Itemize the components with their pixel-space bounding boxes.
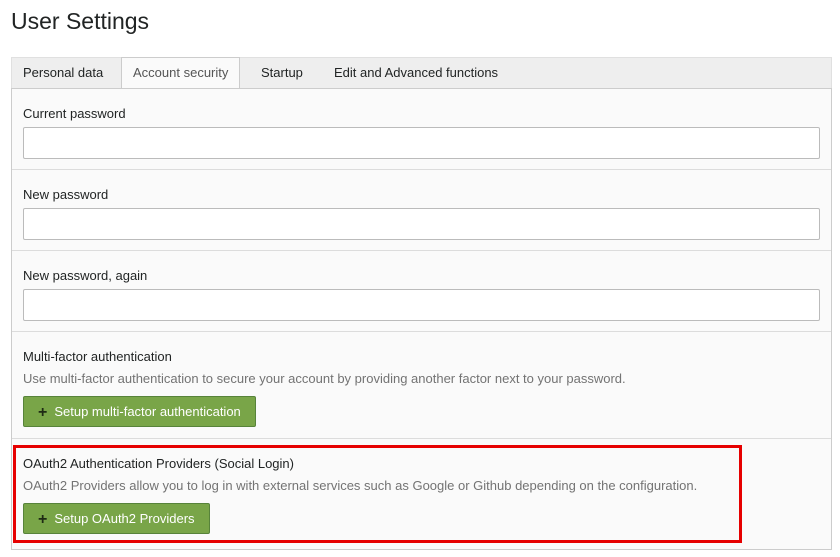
account-security-panel: Current password New password New passwo… bbox=[11, 88, 832, 550]
plus-icon: + bbox=[38, 511, 48, 528]
oauth-description: OAuth2 Providers allow you to log in wit… bbox=[23, 478, 698, 493]
current-password-input[interactable] bbox=[23, 127, 820, 159]
new-password-section: New password bbox=[12, 170, 831, 251]
mfa-section: Multi-factor authentication Use multi-fa… bbox=[12, 332, 831, 439]
setup-oauth-button-label: Setup OAuth2 Providers bbox=[54, 511, 195, 526]
current-password-section: Current password bbox=[12, 89, 831, 170]
mfa-title: Multi-factor authentication bbox=[23, 349, 172, 364]
oauth-title: OAuth2 Authentication Providers (Social … bbox=[23, 456, 294, 471]
mfa-description: Use multi-factor authentication to secur… bbox=[23, 371, 626, 386]
page-title: User Settings bbox=[11, 8, 150, 34]
new-password-again-label: New password, again bbox=[23, 268, 148, 283]
current-password-label: Current password bbox=[23, 106, 126, 121]
tab-startup[interactable]: Startup bbox=[250, 58, 314, 89]
plus-icon: + bbox=[38, 404, 48, 421]
oauth-section: OAuth2 Authentication Providers (Social … bbox=[12, 439, 831, 549]
settings-tabs: Personal data Account security Startup E… bbox=[11, 57, 832, 90]
setup-mfa-button[interactable]: + Setup multi-factor authentication bbox=[23, 396, 256, 427]
setup-oauth-button[interactable]: + Setup OAuth2 Providers bbox=[23, 503, 210, 534]
tab-personal-data[interactable]: Personal data bbox=[12, 58, 114, 89]
setup-mfa-button-label: Setup multi-factor authentication bbox=[54, 404, 241, 419]
new-password-again-input[interactable] bbox=[23, 289, 820, 321]
new-password-label: New password bbox=[23, 187, 109, 202]
tab-edit-advanced-functions[interactable]: Edit and Advanced functions bbox=[323, 58, 509, 89]
new-password-input[interactable] bbox=[23, 208, 820, 240]
new-password-again-section: New password, again bbox=[12, 251, 831, 332]
tab-account-security[interactable]: Account security bbox=[121, 57, 241, 90]
